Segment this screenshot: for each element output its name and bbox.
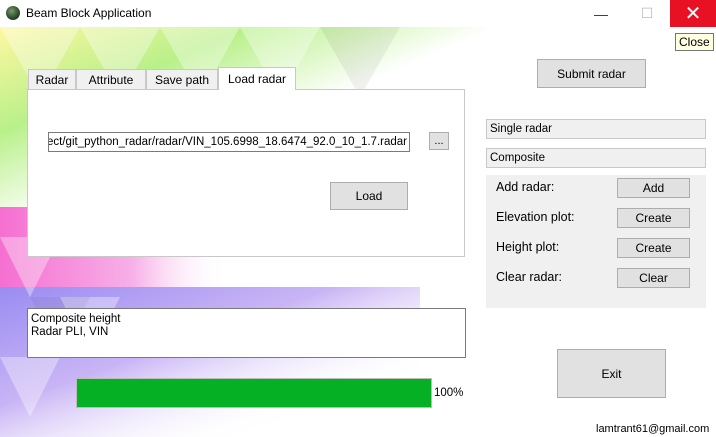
author-email: lamtrant61@gmail.com bbox=[596, 423, 710, 435]
close-icon: ✕ bbox=[684, 3, 702, 25]
clear-radar-label: Clear radar: bbox=[496, 270, 562, 284]
elevation-plot-label: Elevation plot: bbox=[496, 210, 575, 224]
close-button[interactable]: ✕ bbox=[670, 0, 716, 27]
composite-section[interactable]: Composite bbox=[486, 148, 706, 168]
add-radar-label: Add radar: bbox=[496, 180, 555, 194]
window-title: Beam Block Application bbox=[26, 6, 152, 20]
height-plot-create-button[interactable]: Create bbox=[617, 238, 690, 258]
exit-button[interactable]: Exit bbox=[557, 349, 666, 398]
clear-radar-button[interactable]: Clear bbox=[617, 268, 690, 288]
tab-save-path[interactable]: Save path bbox=[146, 69, 218, 89]
minimize-button[interactable]: — bbox=[578, 0, 624, 27]
maximize-icon: ☐ bbox=[640, 5, 654, 21]
tab-load-radar[interactable]: Load radar bbox=[218, 67, 296, 90]
minimize-icon: — bbox=[594, 5, 608, 22]
app-icon bbox=[6, 6, 20, 20]
load-button[interactable]: Load bbox=[330, 182, 408, 210]
progress-bar bbox=[76, 378, 432, 408]
height-plot-label: Height plot: bbox=[496, 240, 560, 254]
output-line: Radar PLI, VIN bbox=[31, 326, 109, 338]
add-radar-button[interactable]: Add bbox=[617, 178, 690, 198]
title-bar: Beam Block Application — ☐ ✕ bbox=[0, 0, 716, 27]
maximize-button[interactable]: ☐ bbox=[624, 0, 670, 27]
radar-path-input[interactable]: C:/Users/lamtrant61/Desktop/project/git_… bbox=[48, 132, 410, 152]
output-textbox[interactable]: Composite height Radar PLI, VIN bbox=[27, 308, 466, 358]
close-tooltip: Close bbox=[675, 33, 714, 51]
submit-radar-button[interactable]: Submit radar bbox=[537, 59, 646, 88]
browse-button[interactable]: ... bbox=[429, 132, 449, 150]
tab-attribute[interactable]: Attribute bbox=[76, 69, 146, 89]
output-line: Composite height bbox=[31, 313, 121, 325]
progress-percent: 100% bbox=[434, 387, 464, 399]
load-radar-panel: C:/Users/lamtrant61/Desktop/project/git_… bbox=[27, 89, 465, 257]
tab-radar[interactable]: Radar bbox=[28, 69, 76, 89]
composite-panel: Add radar: Add Elevation plot: Create He… bbox=[486, 175, 706, 308]
single-radar-section[interactable]: Single radar bbox=[486, 119, 706, 139]
elevation-plot-create-button[interactable]: Create bbox=[617, 208, 690, 228]
progress-fill bbox=[77, 379, 431, 407]
